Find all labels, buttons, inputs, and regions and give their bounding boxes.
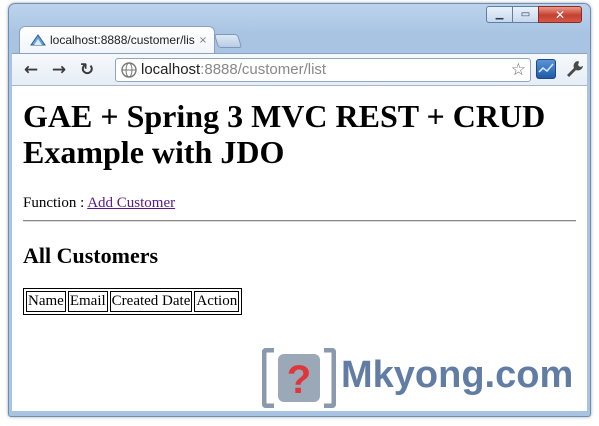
- url-text: localhost:8888/customer/list: [141, 61, 327, 78]
- address-bar[interactable]: localhost:8888/customer/list ☆: [115, 58, 531, 82]
- minimize-button[interactable]: ▁: [486, 6, 512, 23]
- svg-text:?: ?: [287, 358, 311, 402]
- section-title: All Customers: [23, 243, 159, 268]
- table-header-row: Name Email Created Date Action: [26, 291, 240, 312]
- page-content: GAE + Spring 3 MVC REST + CRUD Example w…: [23, 86, 576, 315]
- browser-logo-icon: [30, 34, 46, 46]
- page-viewport: GAE + Spring 3 MVC REST + CRUD Example w…: [12, 86, 587, 411]
- watermark: ? Mkyong.com: [262, 348, 587, 408]
- window-controls: ▁ ▭ ✕: [486, 6, 582, 23]
- tab-close-icon[interactable]: ×: [196, 35, 210, 46]
- column-header-email: Email: [67, 291, 108, 312]
- close-window-button[interactable]: ✕: [538, 6, 582, 23]
- browser-toolbar: ← → ↻ localhost:8888/customer/list ☆: [12, 53, 587, 86]
- column-header-created-date: Created Date: [109, 291, 193, 312]
- globe-icon: [121, 62, 137, 78]
- function-line: Function : Add Customer: [23, 194, 576, 212]
- back-button[interactable]: ←: [20, 59, 42, 81]
- function-label: Function :: [23, 195, 88, 211]
- reload-button[interactable]: ↻: [76, 59, 98, 81]
- tab-title: localhost:8888/customer/lis: [50, 33, 195, 47]
- page-title: GAE + Spring 3 MVC REST + CRUD Example w…: [23, 98, 546, 170]
- column-header-action: Action: [194, 291, 240, 312]
- maximize-button[interactable]: ▭: [512, 6, 538, 23]
- new-tab-button[interactable]: [213, 34, 243, 48]
- extension-icon[interactable]: [536, 59, 556, 79]
- add-customer-link[interactable]: Add Customer: [87, 195, 175, 211]
- wrench-icon[interactable]: [564, 58, 586, 80]
- browser-tab[interactable]: localhost:8888/customer/lis ×: [19, 26, 215, 53]
- star-icon[interactable]: ☆: [511, 60, 526, 80]
- column-header-name: Name: [26, 291, 66, 312]
- divider: [23, 220, 576, 222]
- watermark-text: Mkyong.com: [341, 354, 574, 396]
- mkyong-logo-icon: ?: [262, 348, 336, 408]
- customers-table: Name Email Created Date Action: [23, 288, 243, 315]
- forward-button[interactable]: →: [48, 59, 70, 81]
